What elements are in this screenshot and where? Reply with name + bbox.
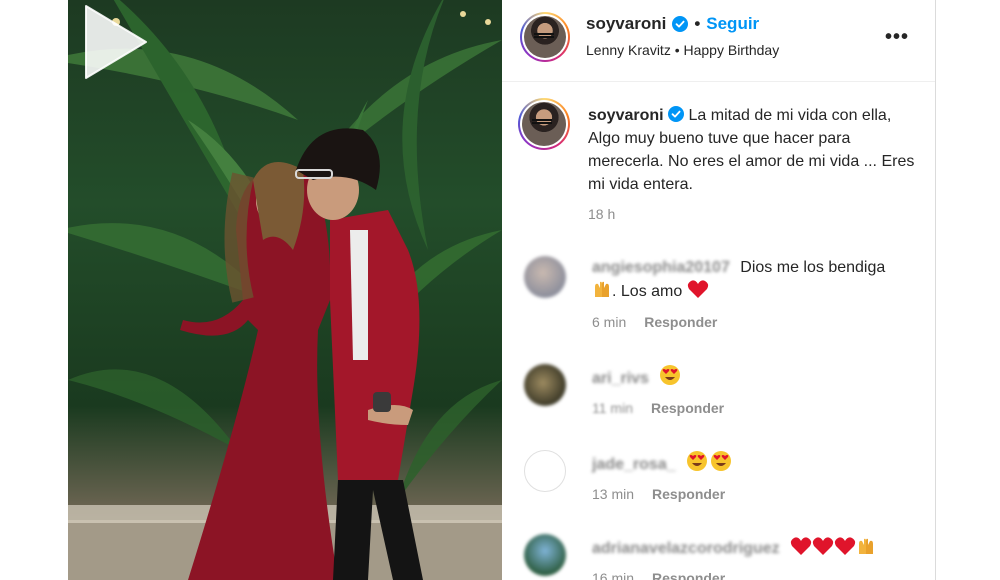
comment-timestamp[interactable]: 13 min [592,486,634,502]
heart-eyes-emoji-icon [660,365,681,385]
separator-dot: • [694,14,701,33]
comment-text-block: adrianavelazcorodriguez [592,536,922,560]
reply-button[interactable]: Responder [651,400,724,416]
heart-eyes-emoji-icon [711,451,732,471]
comment-text-block: jade_rosa_ [592,450,922,476]
heart-emoji-icon [687,280,708,298]
comment-meta: 16 min Responder [592,570,725,580]
commenter-avatar[interactable] [524,534,566,576]
verified-badge-icon [672,16,689,32]
caption-timestamp[interactable]: 18 h [588,206,615,222]
commenter-avatar[interactable] [524,256,566,298]
verified-badge-icon [668,106,685,122]
post-details-panel: soyvaroni • Seguir Lenny Kravitz • Happy… [502,0,936,580]
comment-meta: 13 min Responder [592,486,725,502]
video-frame-illustration [68,0,502,580]
reply-button[interactable]: Responder [644,314,717,330]
caption-username[interactable]: soyvaroni [588,107,664,124]
commenter-avatar[interactable] [524,450,566,492]
audio-subtitle[interactable]: Lenny Kravitz • Happy Birthday [586,42,779,58]
play-icon[interactable] [68,0,152,84]
more-options-icon[interactable]: ••• [885,26,909,49]
caption-text-block: soyvaroni La mitad de mi vida con ella, … [588,104,918,196]
comment-meta: 6 min Responder [592,314,717,330]
comment-text: Dios me los bendiga [740,259,886,276]
comment-timestamp[interactable]: 6 min [592,314,626,330]
author-username[interactable]: soyvaroni [586,14,666,34]
author-line: soyvaroni • Seguir [586,14,759,34]
heart-emoji-icon [790,537,812,555]
heart-emoji-icon [812,537,834,555]
comment-username[interactable]: adrianavelazcorodriguez [592,540,780,557]
comment-timestamp[interactable]: 16 min [592,570,634,580]
reply-button[interactable]: Responder [652,486,725,502]
follow-button[interactable]: Seguir [706,14,759,34]
reply-button[interactable]: Responder [652,570,725,580]
caption-author-avatar[interactable] [518,98,570,150]
comment-text-block: angiesophia20107 Dios me los bendiga . L… [592,256,922,303]
post-header: soyvaroni • Seguir Lenny Kravitz • Happy… [502,0,935,82]
post-media-video[interactable] [68,0,502,580]
raised-hands-emoji-icon [595,281,609,297]
heart-eyes-emoji-icon [687,451,708,471]
comment-username[interactable]: ari_rivs [592,370,649,387]
comment-username[interactable]: angiesophia20107 [592,259,730,276]
comment-text-block: ari_rivs [592,364,922,390]
heart-emoji-icon [834,537,856,555]
comment-timestamp[interactable]: 11 min [592,400,633,416]
raised-hands-emoji-icon [859,538,874,554]
comment-text-continued: . Los amo [612,283,683,300]
comment-username[interactable]: jade_rosa_ [592,456,676,473]
commenter-avatar[interactable] [524,364,566,406]
comment-meta: 11 min Responder [592,400,724,416]
author-avatar[interactable] [520,12,570,62]
